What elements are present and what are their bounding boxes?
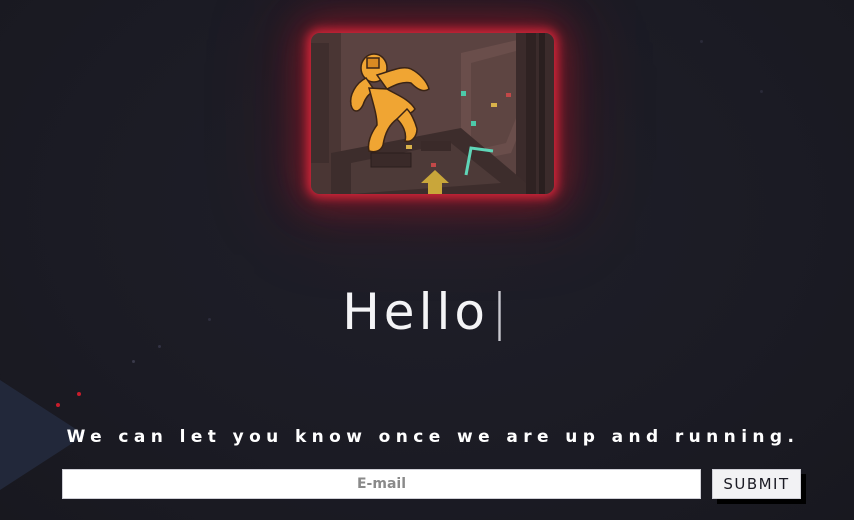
particle-dot — [56, 403, 60, 407]
particle-dot — [132, 360, 135, 363]
astronaut-illustration-icon — [311, 33, 554, 194]
headline: Hello| — [0, 280, 854, 344]
particle-dot — [158, 345, 161, 348]
particle-dot — [700, 40, 703, 43]
email-field[interactable] — [62, 469, 701, 499]
particle-dot — [760, 90, 763, 93]
typing-caret: | — [490, 283, 512, 341]
submit-button[interactable]: SUBMIT — [712, 469, 801, 499]
particle-dot — [77, 392, 81, 396]
landing-page: Hello| We can let you know once we are u… — [0, 0, 854, 520]
headline-text: Hello — [342, 283, 489, 341]
signup-tagline: We can let you know once we are up and r… — [66, 427, 800, 447]
hero-image — [311, 33, 554, 194]
